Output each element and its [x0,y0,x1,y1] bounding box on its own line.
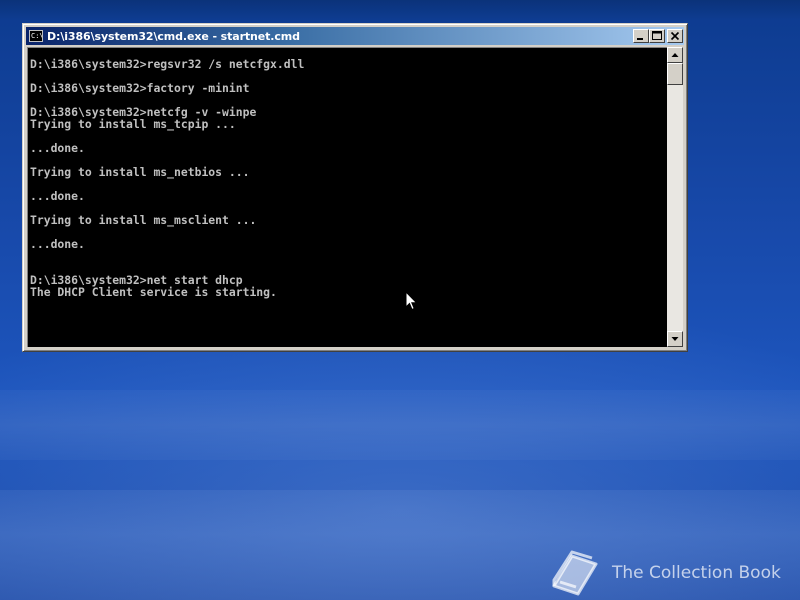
desktop-light-band [0,390,800,460]
maximize-icon [652,31,662,40]
console-line: Trying to install ms_msclient ... [30,213,257,227]
console-line: Trying to install ms_tcpip ... [30,117,236,131]
console-icon[interactable]: C:\ [29,30,43,42]
console-line: ...done. [30,189,85,203]
close-icon [670,31,680,41]
console-line: The DHCP Client service is starting. [30,285,277,299]
arrow-down-icon [671,337,679,341]
minimize-button[interactable] [633,29,649,43]
scroll-thumb[interactable] [667,63,683,85]
console-line: ...done. [30,141,85,155]
watermark-text: The Collection Book [612,563,781,583]
console-line: Trying to install ms_netbios ... [30,165,250,179]
console-line: ...done. [30,237,85,251]
vertical-scrollbar[interactable] [667,47,683,347]
console-text: D:\i386\system32>regsvr32 /s netcfgx.dll… [28,48,667,298]
minimize-icon [637,38,643,40]
cmd-window[interactable]: C:\ D:\i386\system32\cmd.exe - startnet.… [22,23,688,352]
close-button[interactable] [667,29,683,43]
desktop-shade [0,0,800,20]
mouse-pointer-icon [405,291,418,311]
console-line: D:\i386\system32>regsvr32 /s netcfgx.dll [30,57,305,71]
scroll-up-button[interactable] [667,47,683,63]
console-output[interactable]: D:\i386\system32>regsvr32 /s netcfgx.dll… [27,47,667,347]
scroll-down-button[interactable] [667,331,683,347]
book-icon [552,550,598,596]
window-controls [633,29,683,43]
watermark: The Collection Book [548,550,781,596]
maximize-button[interactable] [649,29,665,43]
title-bar[interactable]: C:\ D:\i386\system32\cmd.exe - startnet.… [26,27,684,45]
console-line: D:\i386\system32>factory -minint [30,81,250,95]
window-title: D:\i386\system32\cmd.exe - startnet.cmd [47,29,300,43]
arrow-up-icon [671,53,679,57]
